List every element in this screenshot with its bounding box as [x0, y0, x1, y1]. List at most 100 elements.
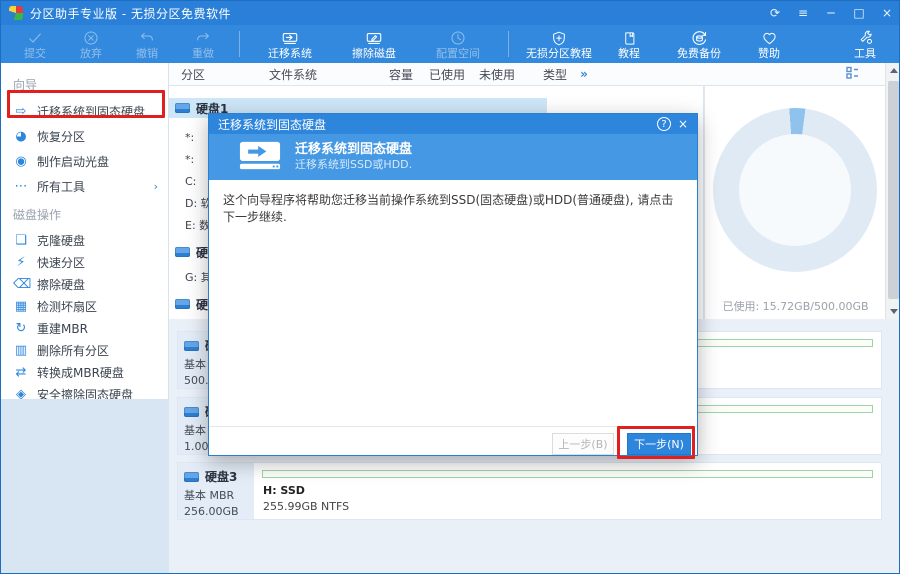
- hdd-icon: [184, 407, 199, 417]
- window-controls: ⟳ ≡ ─ □ ×: [761, 1, 900, 25]
- sidebar-section-disk-operations: 磁盘操作: [1, 199, 168, 229]
- toolbar-separator: [239, 31, 240, 57]
- disk-card: 硬盘3 基本 MBR 256.00GB: [178, 463, 254, 519]
- delete-all-partitions-icon: ▥: [13, 343, 29, 358]
- sidebar-item-recover-partition[interactable]: ◕ 恢复分区: [1, 124, 168, 149]
- window-title: 分区助手专业版 - 无损分区免费软件: [30, 5, 231, 22]
- view-layout-icon[interactable]: [846, 66, 859, 82]
- wrench-icon: [857, 30, 874, 47]
- menu-icon[interactable]: ≡: [789, 1, 817, 25]
- usage-panel: 已使用: 15.72GB/500.00GB: [704, 86, 885, 319]
- table-header: 分区 文件系统 容量 已使用 未使用 类型 »: [169, 63, 885, 86]
- help-icon[interactable]: ?: [657, 117, 671, 131]
- heart-icon: [761, 30, 778, 47]
- sidebar-item-all-tools[interactable]: ⋯ 所有工具 ›: [1, 174, 168, 199]
- redo-icon: [194, 30, 212, 47]
- free-backup-icon: [691, 30, 708, 47]
- app-logo-icon: [9, 6, 23, 20]
- hdd-icon: [184, 472, 199, 482]
- commit-icon: [27, 30, 43, 47]
- toolbar-separator: [508, 31, 509, 57]
- app-window: 分区助手专业版 - 无损分区免费软件 ⟳ ≡ ─ □ × 提交 放弃 撤销 重做: [0, 0, 900, 574]
- dialog-header: 迁移系统到固态硬盘 迁移系统到SSD或HDD.: [209, 134, 697, 180]
- sidebar-item-delete-all-partitions[interactable]: ▥ 删除所有分区: [1, 339, 168, 361]
- dialog-titlebar: 迁移系统到固态硬盘 ? ×: [209, 114, 697, 134]
- all-tools-icon: ⋯: [13, 179, 29, 194]
- convert-to-mbr-icon: ⇄: [13, 365, 29, 380]
- quick-partition-icon: ⚡: [13, 255, 29, 270]
- sidebar-item-rebuild-mbr[interactable]: ↻ 重建MBR: [1, 317, 168, 339]
- toolbar-spacer: [797, 25, 837, 63]
- usage-label: 已使用: 15.72GB/500.00GB: [705, 298, 886, 314]
- annotation-box-sidebar-item: [7, 90, 165, 118]
- recover-partition-icon: ◕: [13, 129, 29, 144]
- vertical-scrollbar[interactable]: [885, 63, 900, 319]
- wipe-disk-icon: [364, 30, 384, 47]
- toolbar-donate-button[interactable]: 赞助: [741, 25, 797, 63]
- migrate-os-icon: [280, 30, 300, 47]
- hdd-icon: [175, 103, 190, 113]
- hdd-icon: [175, 299, 190, 309]
- sidebar-item-quick-partition[interactable]: ⚡ 快速分区: [1, 251, 168, 273]
- toolbar-partition-tutorial-button[interactable]: 无损分区教程: [517, 25, 601, 63]
- dialog-body-text: 这个向导程序将帮助您迁移当前操作系统到SSD(固态硬盘)或HDD(普通硬盘), …: [223, 192, 685, 226]
- refresh-icon[interactable]: ⟳: [761, 1, 789, 25]
- toolbar-undo-button[interactable]: 撤销: [119, 25, 175, 63]
- back-button[interactable]: 上一步(B): [552, 433, 614, 455]
- rebuild-mbr-icon: ↻: [13, 321, 29, 336]
- dialog-title: 迁移系统到固态硬盘: [218, 116, 326, 133]
- annotation-box-next-button: [617, 426, 695, 459]
- toolbar-wipe-disk-button[interactable]: 擦除磁盘: [332, 25, 416, 63]
- toolbar: 提交 放弃 撤销 重做 迁移系统 擦除磁盘 配置空间 无损: [1, 25, 900, 63]
- sidebar-item-convert-to-mbr[interactable]: ⇄ 转换成MBR硬盘: [1, 361, 168, 383]
- maximize-button[interactable]: □: [845, 1, 873, 25]
- toolbar-commit-button[interactable]: 提交: [7, 25, 63, 63]
- dialog-header-subtitle: 迁移系统到SSD或HDD.: [295, 158, 412, 172]
- check-bad-sectors-icon: ▦: [13, 299, 29, 314]
- column-used[interactable]: 已使用: [413, 66, 465, 83]
- usage-donut: [713, 108, 877, 272]
- column-partition[interactable]: 分区: [169, 66, 269, 83]
- partition-tutorial-icon: [551, 30, 567, 47]
- toolbar-tutorial-button[interactable]: 教程: [601, 25, 657, 63]
- column-unused[interactable]: 未使用: [465, 66, 515, 83]
- sidebar-filler: [1, 399, 169, 574]
- titlebar: 分区助手专业版 - 无损分区免费软件 ⟳ ≡ ─ □ ×: [1, 1, 900, 25]
- migrate-disk-icon: [239, 140, 281, 175]
- discard-icon: [83, 30, 99, 47]
- sidebar-item-wipe-disk[interactable]: ⌫ 擦除硬盘: [1, 273, 168, 295]
- column-filesystem[interactable]: 文件系统: [269, 66, 355, 83]
- scrollbar-thumb[interactable]: [888, 81, 899, 299]
- dialog-close-icon[interactable]: ×: [675, 117, 691, 131]
- allocate-space-icon: [450, 30, 466, 47]
- more-columns-icon[interactable]: »: [567, 67, 601, 81]
- toolbar-redo-button[interactable]: 重做: [175, 25, 231, 63]
- toolbar-free-backup-button[interactable]: 免费备份: [657, 25, 741, 63]
- toolbar-discard-button[interactable]: 放弃: [63, 25, 119, 63]
- scroll-down-icon[interactable]: [886, 304, 900, 319]
- wipe-disk-icon: ⌫: [13, 277, 29, 292]
- close-button[interactable]: ×: [873, 1, 900, 25]
- column-capacity[interactable]: 容量: [355, 66, 413, 83]
- undo-icon: [138, 30, 156, 47]
- tutorial-icon: [622, 30, 637, 47]
- sidebar-item-make-bootable-media[interactable]: ◉ 制作启动光盘: [1, 149, 168, 174]
- hdd-icon: [175, 247, 190, 257]
- bootable-media-icon: ◉: [13, 154, 29, 169]
- dialog-header-title: 迁移系统到固态硬盘: [295, 142, 412, 158]
- toolbar-allocate-space-button[interactable]: 配置空间: [416, 25, 500, 63]
- clone-disk-icon: ❏: [13, 233, 29, 248]
- chevron-right-icon: ›: [154, 180, 158, 193]
- partition-bar-area[interactable]: H: SSD 255.99GB NTFS: [254, 463, 881, 519]
- toolbar-tools-button[interactable]: 工具: [837, 25, 893, 63]
- disk-block-3[interactable]: 硬盘3 基本 MBR 256.00GB H: SSD 255.99GB NTFS: [177, 462, 882, 520]
- minimize-button[interactable]: ─: [817, 1, 845, 25]
- sidebar-item-clone-disk[interactable]: ❏ 克隆硬盘: [1, 229, 168, 251]
- sidebar-item-check-bad-sectors[interactable]: ▦ 检测坏扇区: [1, 295, 168, 317]
- column-type[interactable]: 类型: [515, 66, 567, 83]
- toolbar-migrate-os-button[interactable]: 迁移系统: [248, 25, 332, 63]
- hdd-icon: [184, 341, 199, 351]
- partition-bar[interactable]: [262, 470, 873, 478]
- scroll-up-icon[interactable]: [886, 63, 900, 78]
- migrate-os-dialog: 迁移系统到固态硬盘 ? × 迁移系统到固态硬盘 迁移系统到SSD或HDD.: [208, 113, 698, 456]
